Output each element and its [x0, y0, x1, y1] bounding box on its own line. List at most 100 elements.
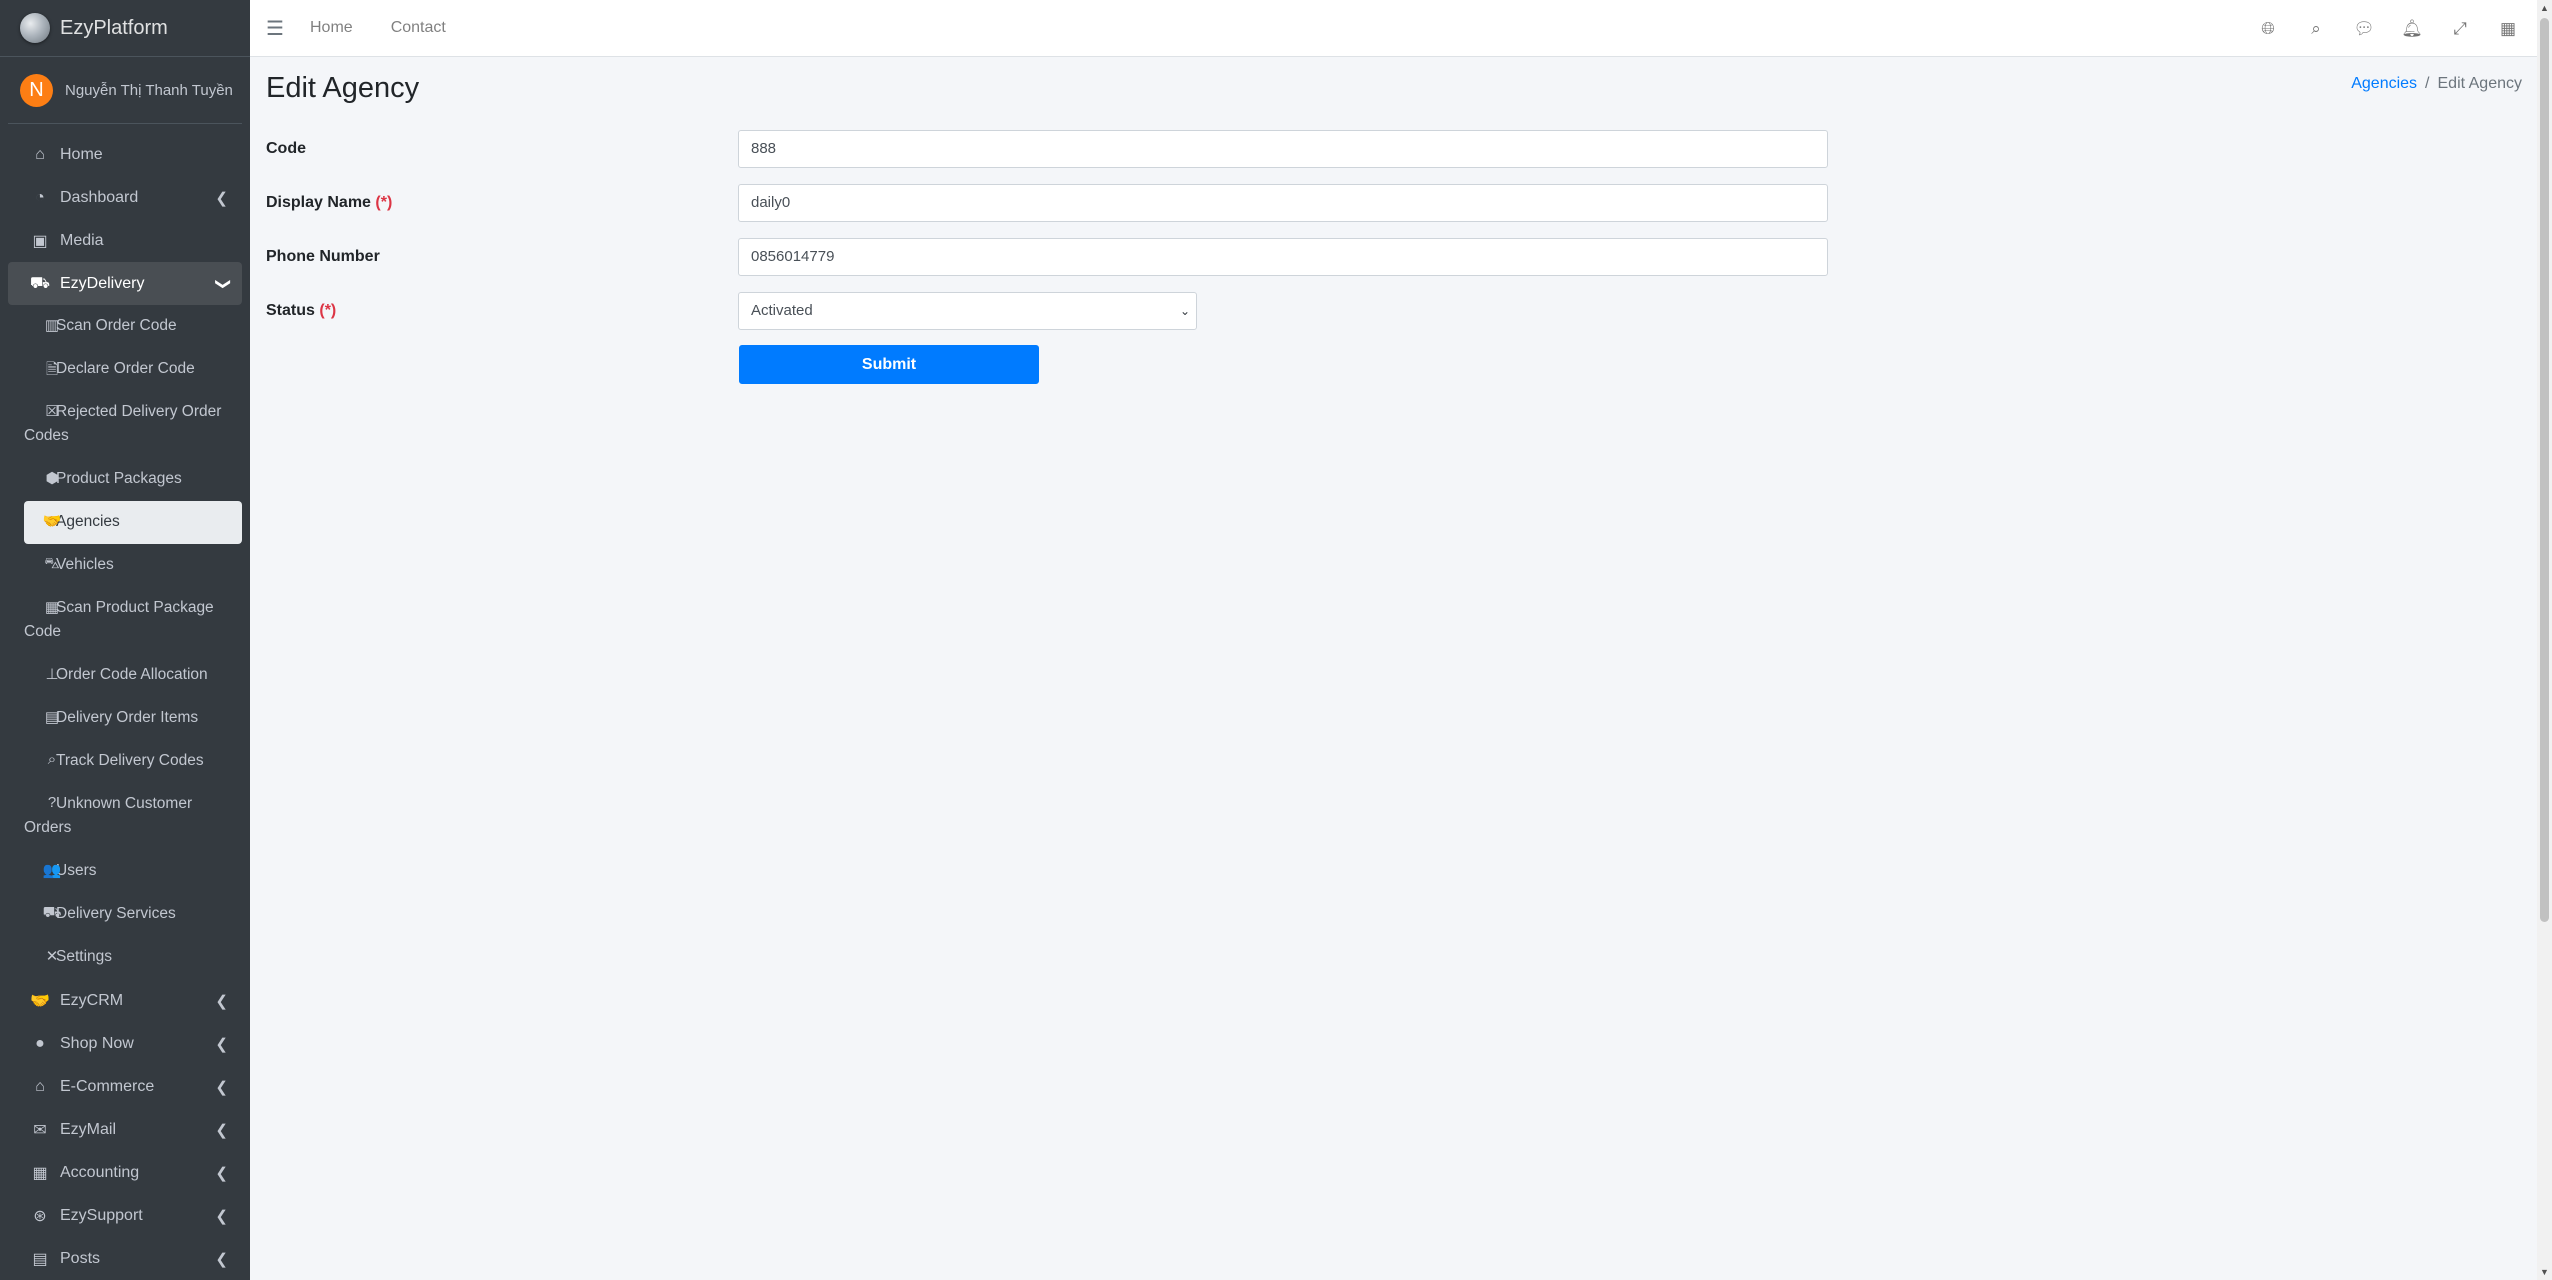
sidebar-item-label: E-Commerce	[60, 1077, 155, 1095]
sidebar-nav: ⌂ Home ◔ Dashboard ❮ ▣ Media ⛟ EzyDelive…	[0, 124, 250, 1280]
sidebar-item-scan-order-code[interactable]: ▥ Scan Order Code	[24, 305, 242, 348]
avatar: N	[20, 73, 53, 107]
search-icon: ⌕	[47, 751, 57, 768]
tools-icon: ✕	[45, 948, 59, 965]
code-label-text: Code	[266, 139, 306, 157]
brand-link[interactable]: EzyPlatform	[0, 0, 250, 57]
sidebar-item-label: Dashboard	[60, 188, 139, 206]
sidebar-item-declare-order-code[interactable]: 🗎 Declare Order Code	[24, 348, 242, 391]
sidebar-item-ezydelivery[interactable]: ⛟ EzyDelivery ❮	[8, 262, 242, 305]
sidebar-item-rejected-delivery-order-codes[interactable]: ☒ Rejected Delivery Order Codes	[24, 391, 242, 458]
sidebar-item-label: Shop Now	[60, 1034, 134, 1052]
globe-icon[interactable]: 🌐︎	[2244, 0, 2292, 57]
sidebar-item-ezymail[interactable]: ✉ EzyMail ❮	[8, 1108, 242, 1151]
circle-icon: ●	[35, 1034, 45, 1052]
scroll-down-arrow-icon[interactable]: ▼	[2537, 1264, 2552, 1280]
status-selected-value: Activated	[751, 302, 813, 319]
top-navbar: ☰ Home Contact 🌐︎ ⌕ 💬︎ 🔔︎ ⤢ ▦	[250, 0, 2552, 57]
newspaper-icon: ▤	[32, 1250, 48, 1268]
code-input[interactable]	[738, 129, 1828, 168]
sidebar-item-ezycrm[interactable]: 🤝 EzyCRM ❮	[8, 979, 242, 1022]
image-icon: ▣	[32, 232, 48, 250]
qrcode-icon: ▦	[44, 599, 60, 616]
question-icon: ?	[47, 794, 57, 811]
breadcrumb-separator: /	[2425, 75, 2430, 92]
bell-icon[interactable]: 🔔︎	[2388, 0, 2436, 57]
sidebar-item-shop-now[interactable]: ● Shop Now ❮	[8, 1022, 242, 1065]
navbar-actions: 🌐︎ ⌕ 💬︎ 🔔︎ ⤢ ▦	[2244, 0, 2552, 57]
sidebar-item-label: Delivery Order Items	[56, 709, 199, 726]
sidebar-item-unknown-customer-orders[interactable]: ? Unknown Customer Orders	[24, 783, 242, 850]
sidebar-item-label: Declare Order Code	[56, 360, 195, 377]
sidebar-item-track-delivery-codes[interactable]: ⌕ Track Delivery Codes	[24, 740, 242, 783]
comments-icon[interactable]: 💬︎	[2340, 0, 2388, 57]
sidebar-item-label: Order Code Allocation	[56, 666, 208, 683]
main-content: Edit Agency Agencies / Edit Agency Code …	[250, 57, 2552, 1280]
scroll-up-arrow-icon[interactable]: ▲	[2537, 0, 2552, 16]
chevron-down-icon: ⌄	[1179, 303, 1190, 318]
dashboard-icon: ◔	[35, 188, 45, 206]
chevron-left-icon: ❮	[215, 1250, 228, 1268]
sidebar-item-label: Vehicles	[56, 556, 114, 573]
sidebar-item-delivery-order-items[interactable]: ▤ Delivery Order Items	[24, 697, 242, 740]
nav-link-contact[interactable]: Contact	[381, 19, 456, 37]
x-square-icon: ☒	[45, 403, 59, 420]
phone-number-input[interactable]	[738, 237, 1828, 276]
sidebar-item-label: Product Packages	[56, 470, 182, 487]
display-name-label: Display Name (*)	[266, 194, 738, 212]
grid-icon[interactable]: ▦	[2484, 0, 2532, 57]
sidebar-item-order-code-allocation[interactable]: ⊥ Order Code Allocation	[24, 654, 242, 697]
car-icon: ⛍	[44, 555, 60, 572]
file-icon: 🗎	[45, 361, 59, 378]
sidebar-item-users[interactable]: 👥 Users	[24, 850, 242, 893]
sidebar-item-label: EzySupport	[60, 1206, 143, 1224]
sidebar-item-label: Track Delivery Codes	[56, 752, 204, 769]
handshake-icon: 🤝	[42, 513, 62, 530]
sidebar-item-product-packages[interactable]: ⬢ Product Packages	[24, 458, 242, 501]
sidebar-item-posts[interactable]: ▤ Posts ❮	[8, 1237, 242, 1280]
sidebar-item-delivery-services[interactable]: ⛟ Delivery Services	[24, 893, 242, 936]
user-name: Nguyễn Thị Thanh Tuyền	[65, 81, 233, 99]
search-icon[interactable]: ⌕	[2292, 0, 2340, 57]
status-label: Status (*)	[266, 302, 738, 320]
sidebar-item-ezysupport[interactable]: ⊛ EzySupport ❮	[8, 1194, 242, 1237]
sidebar-item-scan-product-package-code[interactable]: ▦ Scan Product Package Code	[24, 587, 242, 654]
sidebar-item-label: Home	[60, 145, 103, 163]
sidebar-item-settings[interactable]: ✕ Settings	[24, 936, 242, 979]
scrollbar-thumb[interactable]	[2540, 18, 2549, 922]
chevron-left-icon: ❮	[215, 189, 228, 207]
form-row-display-name: Display Name (*)	[266, 183, 1846, 222]
user-panel[interactable]: N Nguyễn Thị Thanh Tuyền	[8, 57, 242, 124]
brand-name: EzyPlatform	[60, 16, 168, 39]
handshake-icon: 🤝	[30, 992, 50, 1010]
sidebar-item-home[interactable]: ⌂ Home	[8, 133, 242, 176]
sidebar-item-label: Agencies	[56, 513, 120, 530]
status-label-text: Status	[266, 301, 315, 319]
fullscreen-icon[interactable]: ⤢	[2436, 0, 2484, 57]
sidebar-item-media[interactable]: ▣ Media	[8, 219, 242, 262]
nav-link-home[interactable]: Home	[300, 19, 363, 37]
submit-button[interactable]: Submit	[739, 345, 1039, 384]
basket-icon: ⌂	[35, 1077, 45, 1095]
status-select[interactable]: Activated ⌄	[738, 291, 1197, 330]
lifering-icon: ⊛	[33, 1207, 47, 1225]
display-name-input[interactable]	[738, 183, 1828, 222]
sidebar: EzyPlatform N Nguyễn Thị Thanh Tuyền ⌂ H…	[0, 0, 250, 1280]
breadcrumb-agencies-link[interactable]: Agencies	[2351, 75, 2417, 93]
users-icon: 👥	[42, 862, 62, 879]
chevron-left-icon: ❮	[215, 1035, 228, 1053]
page-title: Edit Agency	[266, 72, 420, 104]
sidebar-item-accounting[interactable]: ▦ Accounting ❮	[8, 1151, 242, 1194]
form-row-phone-number: Phone Number	[266, 237, 1846, 276]
phone-number-label-text: Phone Number	[266, 247, 380, 265]
sidebar-item-e-commerce[interactable]: ⌂ E-Commerce ❮	[8, 1065, 242, 1108]
form-row-status: Status (*) Activated ⌄	[266, 291, 1846, 330]
page-scrollbar[interactable]: ▲ ▼	[2537, 0, 2552, 1280]
menu-toggle-icon[interactable]: ☰	[252, 0, 298, 57]
required-mark: (*)	[319, 301, 337, 319]
phone-number-label: Phone Number	[266, 248, 738, 266]
envelope-icon: ✉	[33, 1121, 47, 1139]
sidebar-item-vehicles[interactable]: ⛍ Vehicles	[24, 544, 242, 587]
sidebar-item-dashboard[interactable]: ◔ Dashboard ❮	[8, 176, 242, 219]
sidebar-item-agencies[interactable]: 🤝 Agencies	[24, 501, 242, 544]
